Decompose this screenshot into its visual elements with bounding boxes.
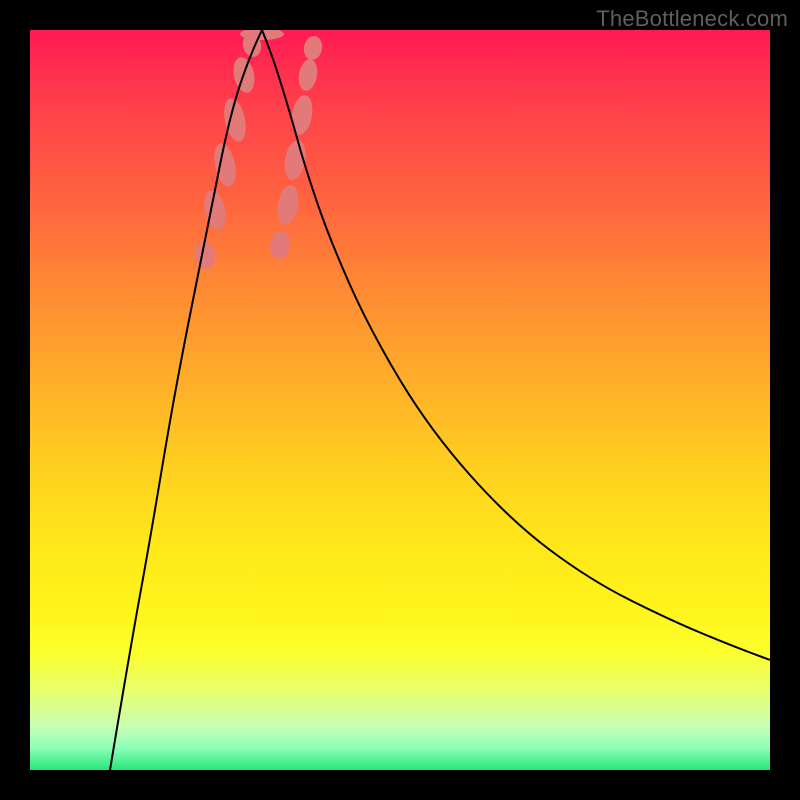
right-markers-3: [289, 94, 316, 137]
right-curve: [262, 30, 770, 660]
curve-group: [110, 30, 770, 770]
right-markers-5: [302, 35, 324, 62]
chart-frame: TheBottleneck.com: [0, 0, 800, 800]
right-markers-1: [275, 184, 302, 227]
left-markers-2: [211, 141, 240, 188]
right-markers-0: [268, 229, 293, 260]
marker-group: [192, 30, 324, 271]
watermark-label: TheBottleneck.com: [596, 6, 788, 32]
curve-layer: [30, 30, 770, 770]
plot-area: [30, 30, 770, 770]
right-markers-4: [296, 58, 319, 93]
